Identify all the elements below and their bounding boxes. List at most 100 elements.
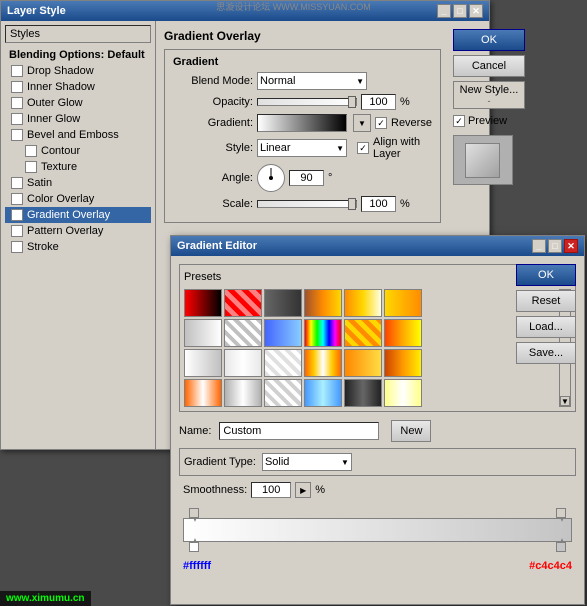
- angle-input[interactable]: [289, 170, 324, 186]
- ge-close-btn[interactable]: ✕: [564, 239, 578, 253]
- preset-6[interactable]: [384, 289, 422, 317]
- sidebar-item-inner-shadow[interactable]: Inner Shadow: [5, 79, 151, 95]
- preset-22[interactable]: [304, 379, 342, 407]
- sidebar-item-color-overlay[interactable]: Color Overlay: [5, 191, 151, 207]
- preset-17[interactable]: [344, 349, 382, 377]
- contour-checkbox[interactable]: [25, 145, 37, 157]
- opacity-slider[interactable]: [257, 98, 357, 106]
- preset-16[interactable]: [304, 349, 342, 377]
- inner-glow-checkbox[interactable]: [11, 113, 23, 125]
- sidebar-item-drop-shadow[interactable]: Drop Shadow: [5, 63, 151, 79]
- align-layer-checkbox[interactable]: [357, 142, 369, 154]
- preview-row: Preview: [453, 115, 525, 127]
- ge-minimize-btn[interactable]: _: [532, 239, 546, 253]
- scale-thumb[interactable]: [348, 198, 356, 210]
- scale-unit: %: [400, 198, 410, 210]
- sidebar-item-pattern-overlay[interactable]: Pattern Overlay: [5, 223, 151, 239]
- preset-13[interactable]: [184, 349, 222, 377]
- texture-checkbox[interactable]: [25, 161, 37, 173]
- gradient-preview[interactable]: [257, 114, 347, 132]
- reverse-checkbox[interactable]: [375, 117, 387, 129]
- gradient-bar[interactable]: [183, 518, 572, 542]
- scale-slider[interactable]: [257, 200, 357, 208]
- ge-reset-button[interactable]: Reset: [516, 290, 576, 312]
- opacity-stop-left[interactable]: [189, 508, 199, 518]
- maximize-btn[interactable]: □: [453, 4, 467, 18]
- drop-shadow-checkbox[interactable]: [11, 65, 23, 77]
- cancel-button[interactable]: Cancel: [453, 55, 525, 77]
- layer-style-title: Layer Style: [7, 5, 66, 17]
- ge-new-button[interactable]: New: [391, 420, 431, 442]
- sidebar-item-texture[interactable]: Texture: [5, 159, 151, 175]
- ge-load-button[interactable]: Load...: [516, 316, 576, 338]
- gradient-arrow[interactable]: ▼: [353, 114, 371, 132]
- section-title: Gradient Overlay: [164, 29, 441, 43]
- ge-right-buttons: OK Reset Load... Save...: [516, 264, 576, 364]
- style-select[interactable]: Linear ▼: [257, 139, 347, 157]
- gradient-bar-section: [179, 504, 576, 556]
- opacity-stop-right[interactable]: [556, 508, 566, 518]
- opacity-thumb[interactable]: [348, 96, 356, 108]
- preset-15[interactable]: [264, 349, 302, 377]
- preset-24[interactable]: [384, 379, 422, 407]
- ge-maximize-btn[interactable]: □: [548, 239, 562, 253]
- preset-14[interactable]: [224, 349, 262, 377]
- preset-18[interactable]: [384, 349, 422, 377]
- gradient-overlay-checkbox[interactable]: [11, 209, 23, 221]
- scrollbar-down[interactable]: ▼: [560, 396, 570, 406]
- satin-checkbox[interactable]: [11, 177, 23, 189]
- ok-button[interactable]: OK: [453, 29, 525, 51]
- ge-smooth-label: Smoothness:: [183, 484, 247, 496]
- preset-1[interactable]: [184, 289, 222, 317]
- preset-23[interactable]: [344, 379, 382, 407]
- color-stop-right[interactable]: [556, 542, 566, 552]
- preset-4[interactable]: [304, 289, 342, 317]
- sidebar-item-contour[interactable]: Contour: [5, 143, 151, 159]
- ge-ok-button[interactable]: OK: [516, 264, 576, 286]
- preset-19[interactable]: [184, 379, 222, 407]
- minimize-btn[interactable]: _: [437, 4, 451, 18]
- preset-10[interactable]: [304, 319, 342, 347]
- preset-11[interactable]: [344, 319, 382, 347]
- preset-21[interactable]: [264, 379, 302, 407]
- opacity-input[interactable]: [361, 94, 396, 110]
- ge-type-select[interactable]: Solid ▼: [262, 453, 352, 471]
- preset-12[interactable]: [384, 319, 422, 347]
- ge-name-input[interactable]: [219, 422, 379, 440]
- sidebar-item-stroke[interactable]: Stroke: [5, 239, 151, 255]
- bevel-emboss-checkbox[interactable]: [11, 129, 23, 141]
- ge-save-button[interactable]: Save...: [516, 342, 576, 364]
- preview-checkbox[interactable]: [453, 115, 465, 127]
- preset-2[interactable]: [224, 289, 262, 317]
- presets-grid: [184, 289, 557, 407]
- sidebar-item-outer-glow[interactable]: Outer Glow: [5, 95, 151, 111]
- color-stop-left[interactable]: [189, 542, 199, 552]
- scale-input[interactable]: [361, 196, 396, 212]
- close-btn[interactable]: ✕: [469, 4, 483, 18]
- outer-glow-checkbox[interactable]: [11, 97, 23, 109]
- sidebar-item-inner-glow[interactable]: Inner Glow: [5, 111, 151, 127]
- pattern-overlay-checkbox[interactable]: [11, 225, 23, 237]
- preset-3[interactable]: [264, 289, 302, 317]
- preset-7[interactable]: [184, 319, 222, 347]
- preset-8[interactable]: [224, 319, 262, 347]
- new-style-button[interactable]: New Style... -: [453, 81, 525, 109]
- preset-5[interactable]: [344, 289, 382, 317]
- scale-label: Scale:: [173, 198, 253, 210]
- ge-smooth-input[interactable]: [251, 482, 291, 498]
- blend-mode-select[interactable]: Normal ▼: [257, 72, 367, 90]
- angle-unit: °: [328, 172, 332, 184]
- ge-type-label: Gradient Type:: [184, 456, 256, 468]
- stroke-checkbox[interactable]: [11, 241, 23, 253]
- sidebar-item-bevel-emboss[interactable]: Bevel and Emboss: [5, 127, 151, 143]
- preset-9[interactable]: [264, 319, 302, 347]
- color-left-label: #ffffff: [183, 560, 211, 572]
- preset-20[interactable]: [224, 379, 262, 407]
- angle-dial[interactable]: [257, 164, 285, 192]
- sidebar-item-gradient-overlay[interactable]: Gradient Overlay: [5, 207, 151, 223]
- color-overlay-checkbox[interactable]: [11, 193, 23, 205]
- sidebar-item-blending[interactable]: Blending Options: Default: [5, 47, 151, 63]
- ge-smooth-stepper[interactable]: ▶: [295, 482, 311, 498]
- sidebar-item-satin[interactable]: Satin: [5, 175, 151, 191]
- inner-shadow-checkbox[interactable]: [11, 81, 23, 93]
